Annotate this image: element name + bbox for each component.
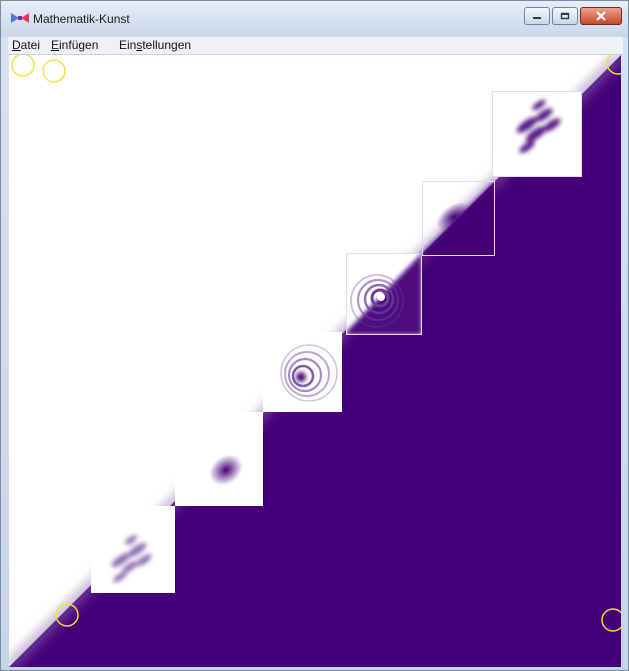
minimize-button[interactable] — [524, 7, 550, 25]
tile-2[interactable] — [175, 412, 263, 506]
tile-4[interactable] — [346, 253, 422, 335]
menu-rest: tellungen — [142, 38, 192, 52]
menu-mnemonic: E — [51, 38, 60, 52]
menu-item-einstellungen[interactable]: Einstellungen — [119, 38, 191, 52]
tile-3[interactable] — [263, 332, 342, 412]
close-icon — [596, 11, 606, 21]
menu-item-einfuegen[interactable]: Einfügen — [51, 38, 98, 52]
maximize-button[interactable] — [552, 7, 578, 25]
title-bar[interactable]: Mathematik-Kunst — [1, 1, 628, 37]
artwork-svg — [9, 55, 621, 667]
close-button[interactable] — [580, 7, 622, 25]
minimize-icon — [533, 17, 541, 19]
tile-6[interactable] — [492, 91, 582, 177]
menu-rest: infügen — [59, 38, 99, 52]
drawing-canvas[interactable] — [9, 55, 621, 667]
app-window: Mathematik-Kunst Datei Einfügen Einstell… — [0, 0, 629, 671]
tile-5[interactable] — [422, 181, 495, 256]
caption-buttons — [524, 7, 622, 25]
menu-prefix: Ein — [119, 38, 137, 52]
tile-1[interactable] — [91, 506, 175, 593]
menu-mnemonic: D — [12, 38, 21, 52]
menu-bar: Datei Einfügen Einstellungen — [8, 37, 623, 55]
maximize-icon — [560, 12, 570, 20]
window-title: Mathematik-Kunst — [33, 12, 130, 26]
bowtie-app-icon — [11, 13, 29, 23]
menu-rest: atei — [20, 38, 41, 52]
menu-item-datei[interactable]: Datei — [12, 38, 40, 52]
